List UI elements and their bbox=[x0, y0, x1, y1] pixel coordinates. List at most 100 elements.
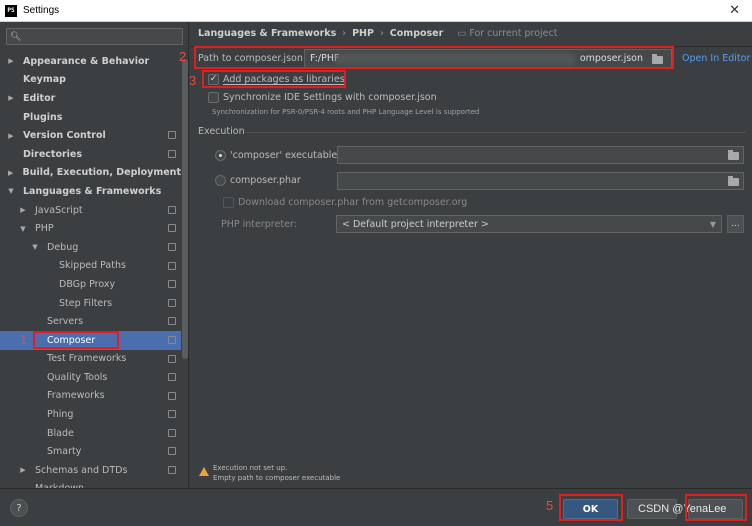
redacted-path-region bbox=[335, 53, 575, 65]
sidebar-item-blade[interactable]: Blade bbox=[0, 424, 181, 443]
search-icon: 🔍︎ bbox=[10, 31, 22, 42]
sidebar-item-label: Plugins bbox=[23, 111, 63, 123]
sidebar-item-phing[interactable]: Phing bbox=[0, 405, 181, 424]
composer-phar-label[interactable]: composer.phar bbox=[230, 175, 301, 186]
sidebar-item-version-control[interactable]: ▶ Version Control bbox=[0, 126, 181, 145]
browse-folder-icon[interactable] bbox=[728, 150, 739, 160]
browse-folder-icon[interactable] bbox=[728, 176, 739, 186]
expand-arrow-icon[interactable]: ▶ bbox=[6, 169, 16, 177]
project-scope-icon bbox=[168, 354, 176, 363]
browse-folder-icon[interactable] bbox=[652, 54, 663, 64]
sidebar-item-label: DBGp Proxy bbox=[59, 278, 116, 290]
annotation-number-5: 5 bbox=[546, 498, 554, 513]
sidebar-item-debug[interactable]: ▼ Debug bbox=[0, 238, 181, 257]
add-packages-label[interactable]: Add packages as libraries bbox=[223, 74, 345, 85]
sidebar-item-label: Frameworks bbox=[47, 390, 105, 402]
project-scope-icon bbox=[168, 298, 176, 307]
sidebar-item-schemas-and-dtds[interactable]: ▶ Schemas and DTDs bbox=[0, 461, 181, 480]
project-scope-icon bbox=[168, 373, 176, 382]
sidebar-item-markdown[interactable]: Markdown bbox=[0, 480, 181, 488]
sidebar-item-quality-tools[interactable]: Quality Tools bbox=[0, 368, 181, 387]
sidebar-item-frameworks[interactable]: Frameworks bbox=[0, 387, 181, 406]
breadcrumb-composer: Composer bbox=[389, 28, 444, 39]
composer-executable-radio[interactable] bbox=[215, 150, 226, 161]
sidebar-item-step-filters[interactable]: Step Filters bbox=[0, 294, 181, 313]
project-scope-icon bbox=[168, 317, 176, 326]
add-packages-checkbox[interactable]: ✓ bbox=[208, 74, 219, 85]
composer-executable-label[interactable]: 'composer' executable bbox=[230, 150, 337, 161]
scope-text: For current project bbox=[469, 28, 558, 39]
breadcrumb: Languages & Frameworks › PHP › Composer … bbox=[198, 28, 557, 39]
expand-arrow-icon[interactable]: ▶ bbox=[6, 94, 16, 102]
expand-arrow-icon[interactable]: ▶ bbox=[6, 57, 16, 65]
expand-arrow-icon[interactable]: ▶ bbox=[6, 132, 16, 140]
sidebar-item-plugins[interactable]: Plugins bbox=[0, 108, 181, 127]
sync-ide-settings-checkbox[interactable] bbox=[208, 92, 219, 103]
ok-button[interactable]: OK bbox=[563, 499, 618, 519]
composer-settings-panel: Languages & Frameworks › PHP › Composer … bbox=[190, 22, 752, 488]
expand-arrow-icon[interactable]: ▶ bbox=[18, 466, 28, 474]
php-interpreter-select[interactable]: < Default project interpreter > ▼ bbox=[336, 215, 722, 233]
project-scope-icon bbox=[168, 205, 176, 214]
open-in-editor-link[interactable]: Open In Editor bbox=[682, 53, 750, 64]
project-scope-icon bbox=[168, 335, 176, 344]
sidebar-item-label: Schemas and DTDs bbox=[35, 464, 128, 476]
sync-ide-settings-label[interactable]: Synchronize IDE Settings with composer.j… bbox=[223, 92, 437, 103]
sidebar-item-dbgp-proxy[interactable]: DBGp Proxy bbox=[0, 275, 181, 294]
expand-arrow-icon[interactable]: ▶ bbox=[18, 206, 28, 214]
composer-json-path-field[interactable]: F:/PHF omposer.json bbox=[304, 49, 672, 68]
csdn-watermark: CSDN @YenaLee bbox=[638, 503, 727, 515]
sidebar-item-appearance-behavior[interactable]: ▶ Appearance & Behavior bbox=[0, 52, 181, 71]
download-phar-label[interactable]: Download composer.phar from getcomposer.… bbox=[238, 197, 467, 208]
sidebar-item-label: Test Frameworks bbox=[47, 353, 127, 365]
sidebar-item-build-execution-deployment[interactable]: ▶ Build, Execution, Deployment bbox=[0, 164, 181, 183]
project-scope-icon bbox=[168, 410, 176, 419]
phpstorm-app-icon: PS bbox=[5, 4, 17, 17]
warning-line-1: Execution not set up. bbox=[213, 464, 288, 472]
annotation-number-1: 1 bbox=[20, 332, 28, 347]
collapse-arrow-icon[interactable]: ▼ bbox=[30, 243, 40, 251]
composer-json-path-label: Path to composer.json: bbox=[198, 53, 307, 64]
sidebar-item-editor[interactable]: ▶ Editor bbox=[0, 89, 181, 108]
sidebar-item-label: Composer bbox=[47, 334, 96, 346]
close-icon[interactable]: ✕ bbox=[729, 3, 740, 18]
interpreter-more-button[interactable]: ... bbox=[727, 215, 744, 233]
composer-phar-radio[interactable] bbox=[215, 175, 226, 186]
breadcrumb-separator: › bbox=[342, 28, 347, 39]
sidebar-item-languages-frameworks[interactable]: ▼ Languages & Frameworks bbox=[0, 182, 181, 201]
sidebar-item-smarty[interactable]: Smarty bbox=[0, 442, 181, 461]
project-scope-icon bbox=[168, 261, 176, 270]
download-phar-checkbox[interactable] bbox=[223, 197, 234, 208]
collapse-arrow-icon[interactable]: ▼ bbox=[6, 187, 16, 195]
chevron-down-icon: ▼ bbox=[709, 219, 716, 229]
sidebar-item-label: Appearance & Behavior bbox=[23, 55, 150, 67]
sidebar-item-php[interactable]: ▼ PHP bbox=[0, 219, 181, 238]
dialog-button-bar: ? OK CSDN @YenaLee bbox=[0, 488, 752, 526]
sidebar-item-label: Build, Execution, Deployment bbox=[22, 167, 181, 179]
sidebar-item-skipped-paths[interactable]: Skipped Paths bbox=[0, 257, 181, 276]
sidebar-item-javascript[interactable]: ▶ JavaScript bbox=[0, 201, 181, 220]
title-bar: PS Settings ✕ bbox=[0, 0, 752, 22]
sidebar-item-label: PHP bbox=[35, 223, 54, 235]
annotation-number-3: 3 bbox=[189, 73, 197, 88]
help-button[interactable]: ? bbox=[10, 499, 28, 517]
sidebar-item-test-frameworks[interactable]: Test Frameworks bbox=[0, 350, 181, 369]
breadcrumb-php: PHP bbox=[352, 28, 374, 39]
sidebar-item-label: Quality Tools bbox=[47, 371, 108, 383]
project-scope-icon bbox=[168, 428, 176, 437]
breadcrumb-separator: › bbox=[379, 28, 384, 39]
sidebar-item-directories[interactable]: Directories bbox=[0, 145, 181, 164]
sidebar-scrollbar[interactable] bbox=[182, 59, 188, 359]
execution-section-divider bbox=[246, 132, 746, 133]
settings-tree: ▶ Appearance & Behavior Keymap ▶ Editor Plugi… bbox=[0, 52, 181, 488]
sync-hint: Synchronization for PSR-0/PSR-4 roots an… bbox=[212, 108, 480, 116]
sidebar-item-label: Step Filters bbox=[59, 297, 113, 309]
settings-search-input[interactable]: 🔍︎ bbox=[6, 28, 183, 45]
composer-phar-field[interactable] bbox=[337, 172, 744, 190]
sidebar-item-servers[interactable]: Servers bbox=[0, 312, 181, 331]
composer-executable-field[interactable] bbox=[337, 146, 744, 164]
collapse-arrow-icon[interactable]: ▼ bbox=[18, 225, 28, 233]
sidebar-item-keymap[interactable]: Keymap bbox=[0, 71, 181, 90]
window-title: Settings bbox=[23, 5, 60, 16]
path-value-end: omposer.json bbox=[579, 53, 643, 64]
